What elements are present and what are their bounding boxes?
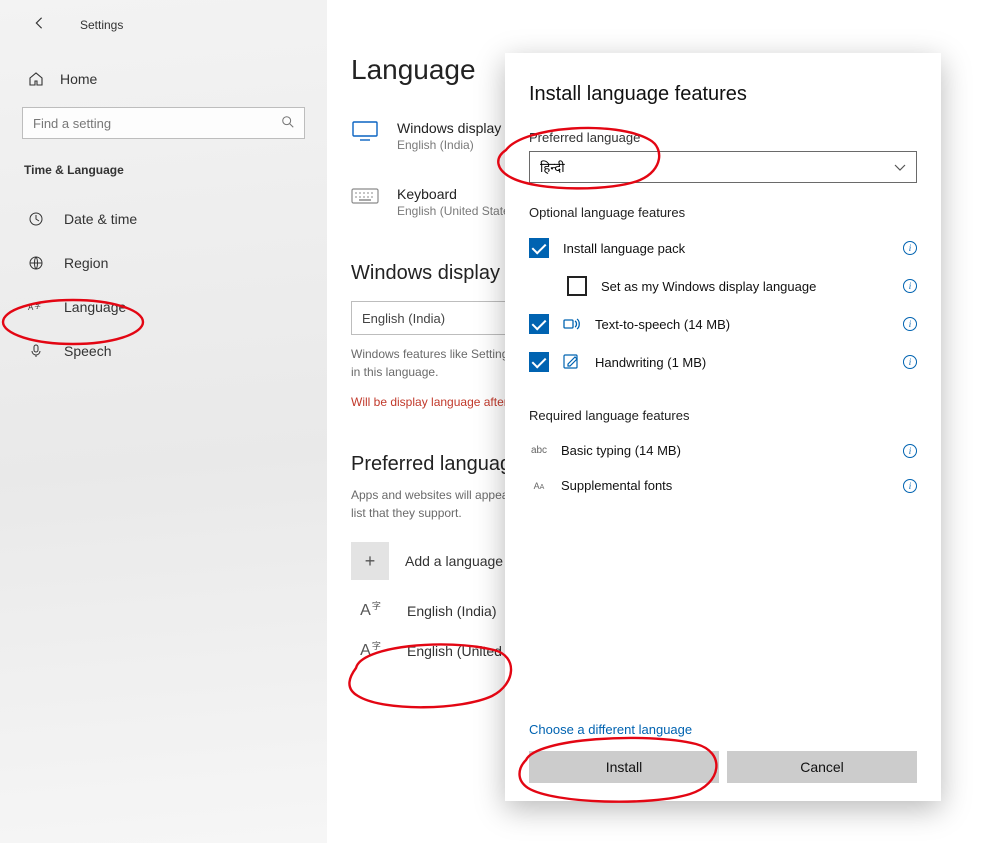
language-icon: A字 [28,299,44,315]
tile-subtitle: English (United States) [397,204,520,218]
info-icon[interactable]: i [903,279,917,293]
home-icon [28,71,44,87]
install-button[interactable]: Install [529,751,719,783]
settings-header-label: Settings [80,18,123,32]
keyboard-icon [351,186,379,208]
dialog-title: Install language features [529,83,917,106]
option-label: Handwriting (1 MB) [595,355,889,370]
sidebar-item-region[interactable]: Region [0,241,327,285]
back-button[interactable] [32,16,46,33]
install-language-dialog: Install language features Preferred lang… [505,53,941,801]
sidebar-section-title: Time & Language [24,163,327,177]
language-row-label: English (India) [407,603,497,619]
option-text-to-speech[interactable]: Text-to-speech (14 MB) i [529,314,917,334]
tile-title: Windows display [397,120,501,136]
home-label: Home [60,71,97,87]
checkbox-unchecked-icon[interactable] [567,276,587,296]
checkbox-checked-icon[interactable] [529,238,549,258]
clock-icon [28,211,44,227]
abc-icon: abc [529,445,549,456]
microphone-icon [28,343,44,359]
optional-features-header: Optional language features [529,205,917,220]
option-label: Text-to-speech (14 MB) [595,317,889,332]
info-icon[interactable]: i [903,355,917,369]
monitor-icon [351,120,379,142]
option-handwriting[interactable]: Handwriting (1 MB) i [529,352,917,372]
chevron-down-icon [894,160,906,175]
info-icon[interactable]: i [903,317,917,331]
plus-icon: + [351,542,389,580]
sidebar-item-date-time[interactable]: Date & time [0,197,327,241]
tile-subtitle: English (India) [397,138,501,152]
cancel-button[interactable]: Cancel [727,751,917,783]
required-supplemental-fonts: AA Supplemental fonts i [529,478,917,493]
add-language-label: Add a language [405,553,503,569]
language-glyph-icon: A [351,642,389,660]
sidebar-item-label: Region [64,255,108,271]
required-features-header: Required language features [529,408,917,423]
required-label: Supplemental fonts [561,478,891,493]
globe-icon [28,255,44,271]
sidebar-item-label: Language [64,299,126,315]
choose-different-language-link[interactable]: Choose a different language [529,722,917,737]
info-icon[interactable]: i [903,241,917,255]
sidebar-item-home[interactable]: Home [0,71,327,87]
preferred-language-combo[interactable]: हिन्दी [529,151,917,183]
language-glyph-icon: A [351,602,389,620]
required-basic-typing: abc Basic typing (14 MB) i [529,443,917,458]
option-label: Set as my Windows display language [601,279,889,294]
search-input[interactable] [22,107,305,139]
combo-value: English (India) [362,311,445,326]
handwriting-icon [563,354,581,370]
required-label: Basic typing (14 MB) [561,443,891,458]
sidebar-item-label: Speech [64,343,111,359]
tile-title: Keyboard [397,186,520,202]
sidebar-item-label: Date & time [64,211,137,227]
search-icon [281,115,295,129]
tts-icon [563,316,581,332]
svg-text:字: 字 [34,301,40,310]
checkbox-checked-icon[interactable] [529,314,549,334]
option-install-language-pack[interactable]: Install language pack i [529,238,917,258]
option-set-display-language[interactable]: Set as my Windows display language i [567,276,917,296]
sidebar-item-language[interactable]: A字 Language [0,285,327,329]
option-label: Install language pack [563,241,889,256]
checkbox-checked-icon[interactable] [529,352,549,372]
settings-sidebar: Settings Home Time & Language Date & tim… [0,0,327,843]
arrow-left-icon [32,16,46,30]
info-icon[interactable]: i [903,479,917,493]
sidebar-item-speech[interactable]: Speech [0,329,327,373]
svg-text:A: A [28,303,34,312]
preferred-language-label: Preferred language [529,130,917,145]
info-icon[interactable]: i [903,444,917,458]
font-icon: AA [529,481,549,491]
combo-value: हिन्दी [540,158,565,176]
